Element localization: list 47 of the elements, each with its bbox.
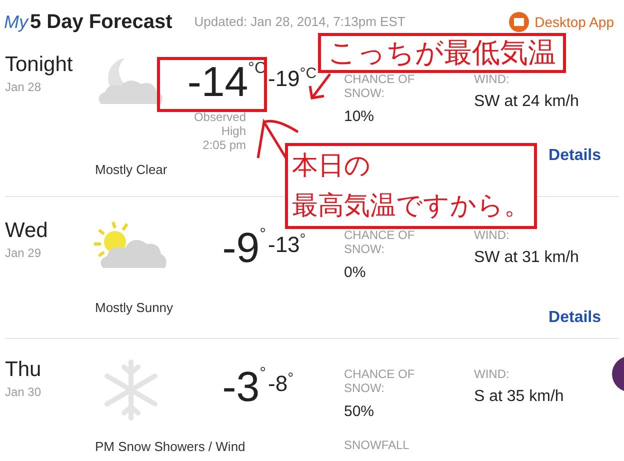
annotation-note: こっちが最低気温 — [318, 33, 566, 73]
chance-label: CHANCE OF SNOW: — [344, 72, 416, 100]
details-link[interactable]: Details — [548, 306, 601, 330]
high-temperature: -14 — [187, 58, 248, 106]
observed-time: 2:05 pm — [202, 138, 246, 152]
low-temperature: -8 — [268, 371, 288, 397]
temperature-unit: ° — [288, 371, 294, 387]
day-name: Tonight — [5, 52, 74, 78]
chance-value: 10% — [344, 107, 376, 127]
annotation-note: 本日の — [292, 150, 372, 183]
chance-value: 50% — [344, 402, 376, 422]
wind-value: SW at 24 km/h — [474, 92, 580, 112]
day-name: Wed — [5, 218, 49, 244]
low-temperature: -19 — [268, 66, 300, 92]
snowfall-label: SNOWFALL — [344, 436, 410, 454]
details-link[interactable]: Details — [548, 144, 601, 168]
chance-label: CHANCE OF SNOW: — [344, 228, 416, 256]
temperature-unit: ° — [260, 365, 266, 383]
app-icon — [508, 12, 529, 32]
high-temperature: -9 — [222, 224, 260, 272]
chance-label: CHANCE OF SNOW: — [344, 367, 416, 395]
annotation-note: 最高気温ですから。 — [292, 190, 531, 223]
wind-value: SW at 31 km/h — [474, 248, 580, 268]
temperature-unit: °C — [300, 66, 317, 82]
updated-time: Updated: Jan 28, 2014, 7:13pm EST — [194, 13, 406, 32]
chance-value: 0% — [344, 263, 367, 283]
temperature-unit: ° — [300, 232, 306, 248]
page-title: 5 Day Forecast — [30, 10, 172, 35]
wind-label: WIND: — [474, 72, 510, 86]
day-date: Jan 30 — [5, 384, 42, 401]
condition-text: Mostly Clear — [95, 161, 168, 179]
observed-time: High — [221, 124, 246, 138]
observed-time: Observed — [194, 110, 246, 124]
snowflake-icon — [102, 359, 160, 421]
wind-value: S at 35 km/h — [474, 387, 565, 407]
temperature-unit: ° — [260, 226, 266, 244]
sun-cloud-icon — [93, 220, 169, 270]
low-temperature: -13 — [268, 232, 300, 258]
high-temperature: -3 — [222, 363, 260, 411]
condition-text: PM Snow Showers / Wind — [95, 438, 246, 456]
wind-label: WIND: — [474, 228, 510, 242]
condition-text: Mostly Sunny — [95, 299, 174, 317]
wind-label: WIND: — [474, 367, 510, 381]
day-date: Jan 29 — [5, 245, 42, 262]
day-name: Thu — [5, 357, 42, 383]
logo: My — [4, 10, 28, 34]
day-date: Jan 28 — [5, 79, 42, 96]
